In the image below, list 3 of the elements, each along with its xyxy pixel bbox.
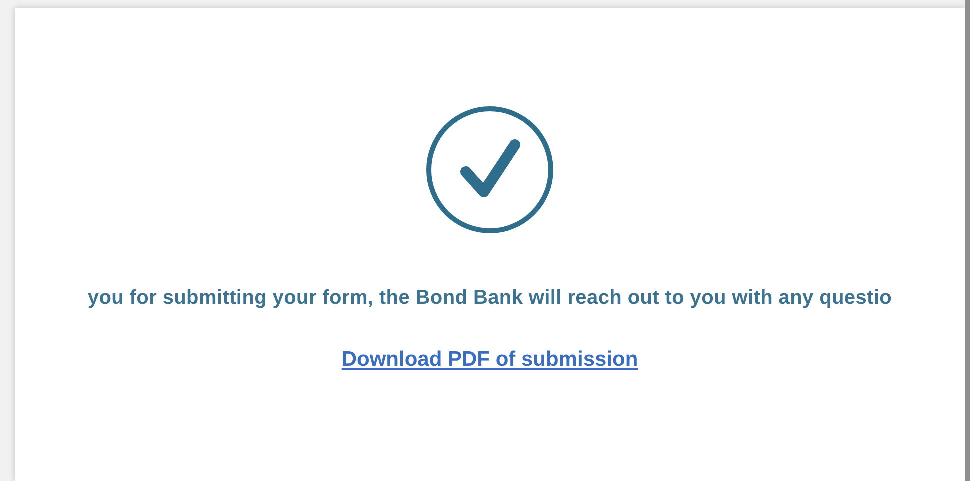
check-circle-icon: [425, 105, 555, 235]
download-link[interactable]: Download PDF of submission: [342, 348, 638, 372]
confirmation-message: you for submitting your form, the Bond Bank will reach out to you with any questio: [88, 287, 892, 310]
